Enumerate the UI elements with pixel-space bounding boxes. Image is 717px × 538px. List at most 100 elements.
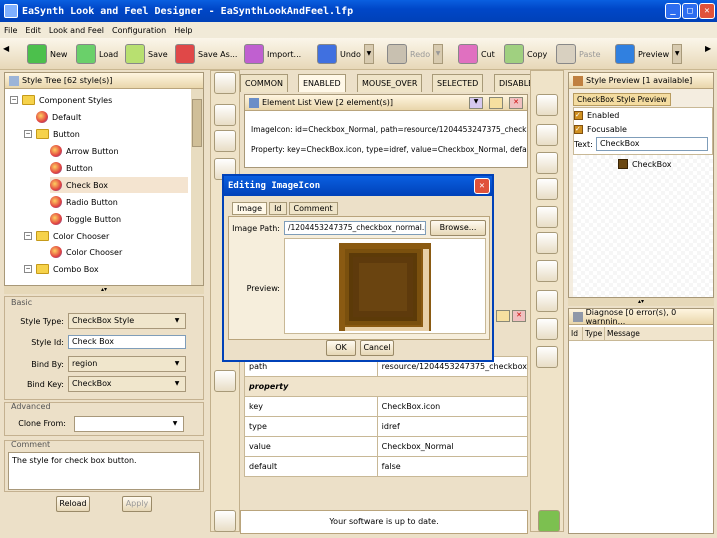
- tree-item-button[interactable]: Button: [50, 160, 93, 176]
- preview-tab[interactable]: CheckBox Style Preview: [573, 93, 671, 106]
- bind-key-select[interactable]: CheckBox ▼: [68, 376, 186, 392]
- paperclip-icon[interactable]: [536, 94, 558, 116]
- ok-button[interactable]: OK: [326, 340, 356, 356]
- tree-item-combo-box-folder[interactable]: − Combo Box: [24, 261, 99, 277]
- border-icon[interactable]: [536, 260, 558, 282]
- tab-common[interactable]: COMMON: [240, 74, 288, 92]
- redo-dropdown[interactable]: ▼: [433, 44, 444, 64]
- col-message[interactable]: Message: [605, 327, 640, 340]
- settings-icon[interactable]: [496, 310, 510, 322]
- menu-edit[interactable]: Edit: [25, 26, 41, 35]
- menu-file[interactable]: File: [4, 26, 17, 35]
- bind-by-select[interactable]: region ▼: [68, 356, 186, 372]
- redo-button[interactable]: Redo ▼: [387, 42, 444, 66]
- page-icon[interactable]: [536, 124, 558, 146]
- collapse-icon[interactable]: −: [24, 130, 32, 138]
- tree-item-color-chooser[interactable]: Color Chooser: [50, 244, 122, 260]
- tree-item-default[interactable]: Default: [36, 109, 81, 125]
- import-button[interactable]: Import...: [244, 42, 301, 66]
- prop-value[interactable]: idref: [376, 416, 529, 437]
- delete-icon[interactable]: ✕: [512, 310, 526, 322]
- collapse-icon[interactable]: −: [24, 232, 32, 240]
- painter-icon[interactable]: [536, 318, 558, 340]
- collapse-icon[interactable]: −: [10, 96, 18, 104]
- property-icon[interactable]: [536, 290, 558, 312]
- col-type[interactable]: Type: [583, 327, 605, 340]
- graphics-icon[interactable]: [536, 346, 558, 368]
- list-icon[interactable]: [214, 104, 236, 126]
- preview-dropdown[interactable]: ▼: [672, 44, 683, 64]
- edit-imageicon-dialog: Editing ImageIcon ✕ Image Id Comment Ima…: [222, 174, 494, 362]
- home-icon[interactable]: [214, 72, 236, 94]
- delete-icon[interactable]: ✕: [509, 97, 523, 109]
- focusable-checkbox[interactable]: ✓ Focusable: [574, 125, 627, 134]
- paste-button[interactable]: Paste: [556, 42, 601, 66]
- undo-dropdown[interactable]: ▼: [363, 44, 374, 64]
- clone-from-select[interactable]: ▼: [74, 416, 184, 432]
- grid-icon[interactable]: [214, 130, 236, 152]
- check-update-icon[interactable]: [538, 510, 560, 532]
- col-id[interactable]: Id: [569, 327, 583, 340]
- tab-id[interactable]: Id: [269, 202, 287, 215]
- style-type-select[interactable]: CheckBox Style ▼: [68, 313, 186, 329]
- enabled-checkbox[interactable]: ✓ Enabled: [574, 111, 619, 120]
- tree-item-check-box[interactable]: Check Box: [50, 177, 188, 193]
- save-as-icon: [175, 44, 195, 64]
- apply-button[interactable]: Apply: [122, 496, 152, 512]
- tree-item-toggle-button[interactable]: Toggle Button: [50, 211, 121, 227]
- reload-button[interactable]: Reload: [56, 496, 90, 512]
- menu-help[interactable]: Help: [174, 26, 192, 35]
- tree-item-radio-button[interactable]: Radio Button: [50, 194, 118, 210]
- preview-button[interactable]: Preview ▼: [615, 42, 683, 66]
- tab-enabled[interactable]: ENABLED: [298, 74, 346, 92]
- splitter[interactable]: ▴▾: [4, 286, 204, 294]
- copy-button[interactable]: Copy: [504, 42, 547, 66]
- tab-image[interactable]: Image: [232, 202, 268, 215]
- new-button[interactable]: New: [27, 42, 67, 66]
- element-row[interactable]: ImageIcon: id=Checkbox_Normal, path=reso…: [251, 125, 527, 139]
- menu-configuration[interactable]: Configuration: [112, 26, 166, 35]
- text-icon[interactable]: [536, 152, 558, 174]
- undo-button[interactable]: Undo ▼: [317, 42, 374, 66]
- maximize-button[interactable]: □: [682, 3, 698, 19]
- toolbar-scroll-right[interactable]: ▶: [705, 44, 711, 53]
- font-icon[interactable]: [536, 178, 558, 200]
- minimize-button[interactable]: _: [665, 3, 681, 19]
- tab-selected[interactable]: SELECTED: [432, 74, 484, 92]
- dialog-title-bar: Editing ImageIcon ✕: [224, 176, 492, 196]
- toolbar-scroll-left[interactable]: ◀: [3, 44, 9, 64]
- tree-item-color-chooser-folder[interactable]: − Color Chooser: [24, 228, 109, 244]
- tab-comment[interactable]: Comment: [288, 202, 338, 215]
- tree-item-arrow-button[interactable]: Arrow Button: [50, 143, 119, 159]
- preview-text-input[interactable]: CheckBox: [596, 137, 708, 151]
- cut-button[interactable]: Cut: [458, 42, 495, 66]
- load-button[interactable]: Load: [76, 42, 118, 66]
- tool-icon[interactable]: [214, 510, 236, 532]
- cancel-button[interactable]: Cancel: [360, 340, 394, 356]
- settings-icon[interactable]: [489, 97, 503, 109]
- style-id-input[interactable]: Check Box: [68, 335, 186, 349]
- element-row[interactable]: Property: key=CheckBox.icon, type=idref,…: [251, 145, 527, 159]
- insets-icon[interactable]: [536, 206, 558, 228]
- tab-mouse-over[interactable]: MOUSE_OVER: [357, 74, 423, 92]
- tree-item-component-styles[interactable]: − Component Styles: [10, 92, 112, 108]
- prop-value[interactable]: CheckBox.icon: [376, 396, 529, 417]
- tree-item-button-folder[interactable]: − Button: [24, 126, 80, 142]
- close-button[interactable]: ✕: [699, 3, 715, 19]
- save-button[interactable]: Save: [125, 42, 168, 66]
- menu-look-and-feel[interactable]: Look and Feel: [49, 26, 104, 35]
- refresh-icon[interactable]: [214, 370, 236, 392]
- tree-scrollbar[interactable]: [191, 89, 203, 285]
- preview-splitter[interactable]: ▴▾: [568, 298, 714, 306]
- save-as-button[interactable]: Save As...: [175, 42, 237, 66]
- expand-icon[interactable]: −: [24, 265, 32, 273]
- zoom-icon[interactable]: [536, 232, 558, 254]
- comment-textarea[interactable]: The style for check box button.: [8, 452, 200, 490]
- dialog-close-button[interactable]: ✕: [474, 178, 490, 194]
- image-path-input[interactable]: /1204453247375_checkbox_normal.png: [284, 221, 426, 235]
- browse-button[interactable]: Browse...: [430, 220, 486, 236]
- prop-value[interactable]: false: [376, 456, 529, 477]
- down-icon[interactable]: ▼: [469, 97, 483, 109]
- preview-checkbox-widget[interactable]: CheckBox: [618, 159, 671, 169]
- prop-value[interactable]: Checkbox_Normal: [376, 436, 529, 457]
